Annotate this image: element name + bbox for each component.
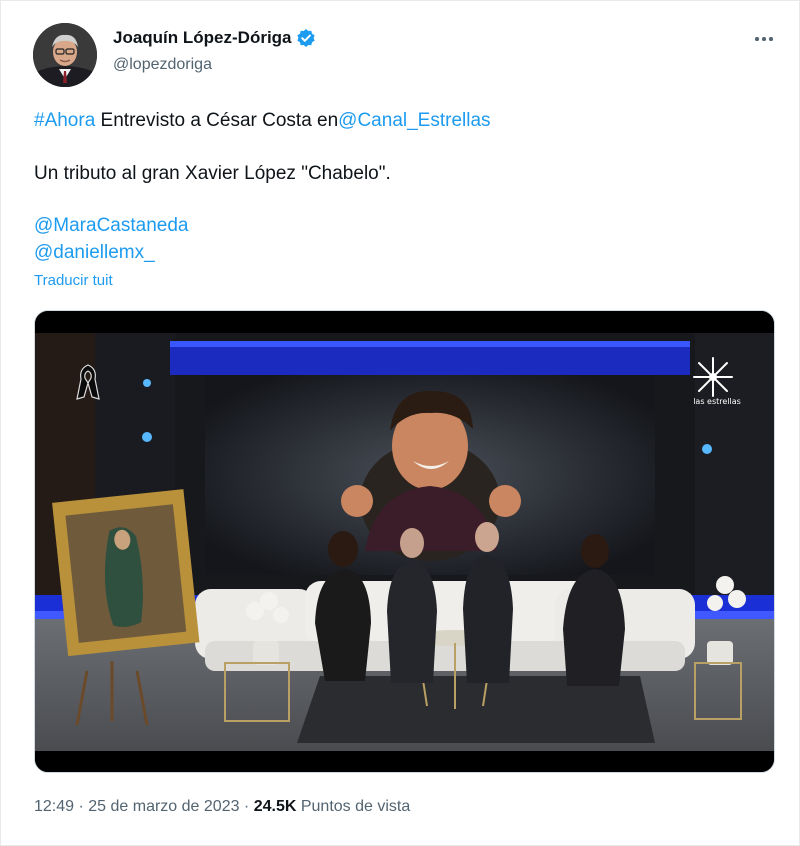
verified-badge-icon (296, 28, 316, 48)
tweet-date[interactable]: 25 de marzo de 2023 (88, 798, 239, 815)
translate-tweet-link[interactable]: Traducir tuit (34, 272, 113, 289)
author-handle[interactable]: @lopezdoriga (113, 56, 212, 74)
author-name-row[interactable]: Joaquín López-Dóriga (113, 28, 316, 48)
tweet-text-line-2: Un tributo al gran Xavier López "Chabelo… (34, 163, 391, 184)
channel-star-logo-icon (691, 355, 743, 399)
tweet-card[interactable]: Joaquín López-Dóriga @lopezdoriga #Ahora… (0, 0, 800, 846)
mention-link-danielle[interactable]: @daniellemx_ (34, 241, 155, 265)
tweet-text: Entrevisto a César Costa en (95, 110, 339, 131)
channel-logo: las estrellas (691, 355, 743, 406)
author-avatar[interactable] (33, 23, 97, 87)
tweet-time[interactable]: 12:49 (34, 798, 74, 815)
hashtag-link[interactable]: #Ahora (34, 110, 95, 131)
mourning-ribbon-icon (75, 363, 101, 403)
views-label: Puntos de vista (296, 798, 411, 815)
tweet-text-line-1: #Ahora Entrevisto a César Costa en@Canal… (34, 109, 491, 133)
tweet-video-media[interactable]: las estrellas (34, 310, 775, 773)
mention-link-canal[interactable]: @Canal_Estrellas (338, 110, 490, 131)
channel-logo-text: las estrellas (693, 397, 741, 406)
tweet-metadata: 12:49 · 25 de marzo de 2023 · 24.5K Punt… (34, 798, 411, 815)
views-count: 24.5K (253, 798, 297, 815)
more-options-icon[interactable] (750, 27, 778, 51)
mention-link-mara[interactable]: @MaraCastaneda (34, 214, 188, 238)
author-name[interactable]: Joaquín López-Dóriga (113, 28, 292, 48)
